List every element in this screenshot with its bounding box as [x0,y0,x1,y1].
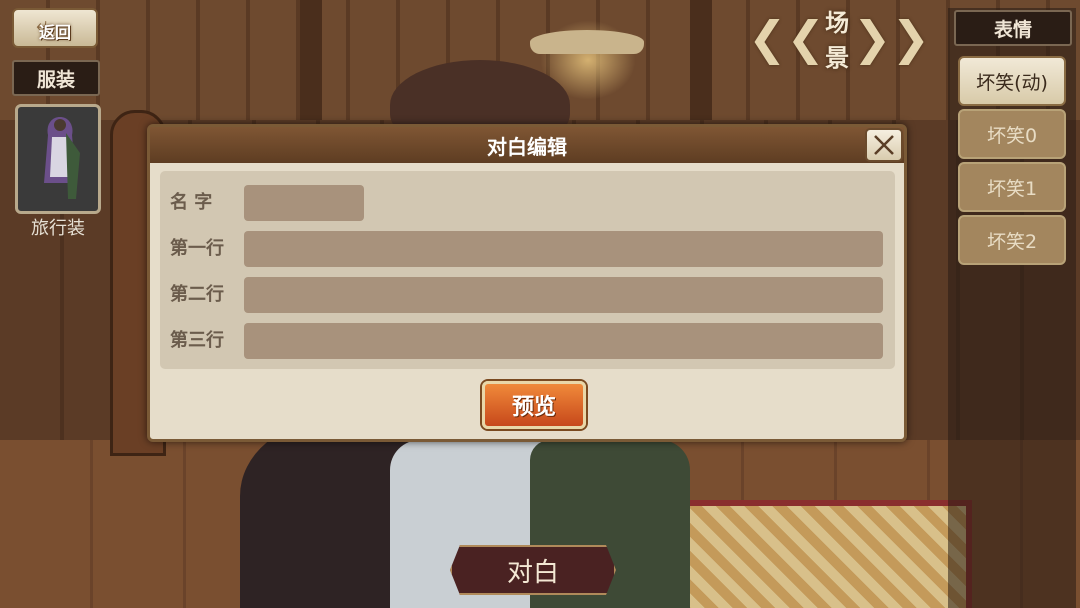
dialog-header: 对白编辑 [150,127,904,163]
back-button[interactable]: ⤶ 返回 [12,8,98,48]
outfit-name: 旅行装 [31,218,85,239]
line3-input[interactable] [244,323,883,359]
expression-label: 坏笑2 [986,230,1038,253]
outfit-preview-icon [44,117,80,199]
dialog-form: 名 字 第一行 第二行 第三行 [160,171,895,369]
ceiling-lamp [530,30,644,54]
line2-label: 第二行 [170,284,224,305]
line1-label: 第一行 [170,238,224,259]
line2-input[interactable] [244,277,883,313]
dialogue-edit-dialog: 对白编辑 名 字 第一行 第二行 第三行 预览 [147,124,907,442]
dialogue-label: 对白 [506,557,559,588]
close-icon [874,135,894,155]
name-row: 名 字 [160,183,895,223]
dialogue-button[interactable]: 对白 [450,545,616,595]
outfit-card[interactable] [15,104,101,214]
close-button[interactable] [865,128,903,162]
chevron-right-icon[interactable]: ❯❯ [853,15,930,61]
expression-button[interactable]: 坏笑(动) [958,56,1066,106]
line1-input[interactable] [244,231,883,267]
expression-button[interactable]: 坏笑0 [958,109,1066,159]
expression-section-label: 表情 [954,10,1072,46]
scene-navigator: ❮❮ 场景 ❯❯ [748,9,930,72]
expression-label: 坏笑0 [986,124,1038,147]
expression-button[interactable]: 坏笑1 [958,162,1066,212]
name-input[interactable] [244,185,364,221]
chevron-left-icon[interactable]: ❮❮ [748,15,825,61]
preview-button[interactable]: 预览 [482,381,586,429]
name-label: 名 字 [170,192,213,213]
line2-row: 第二行 [160,275,895,315]
line1-row: 第一行 [160,229,895,269]
line3-label: 第三行 [170,330,224,351]
outfit-section-label: 服装 [12,60,100,96]
dialog-title: 对白编辑 [487,134,567,159]
expression-label: 坏笑(动) [976,71,1048,94]
line3-row: 第三行 [160,321,895,361]
scene-label: 场景 [825,9,850,72]
preview-label: 预览 [511,395,556,420]
expression-label: 坏笑1 [986,177,1038,200]
back-label: 返回 [38,23,71,42]
expression-button[interactable]: 坏笑2 [958,215,1066,265]
